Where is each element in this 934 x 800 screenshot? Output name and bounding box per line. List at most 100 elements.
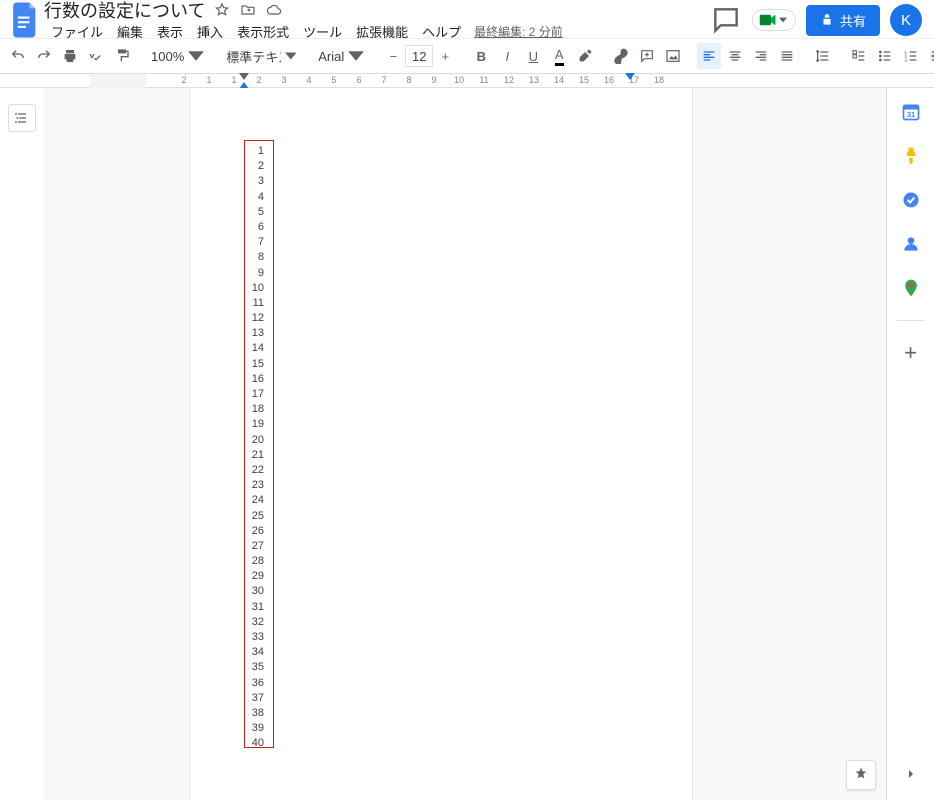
document-line[interactable]: 22 <box>246 463 264 478</box>
document-line[interactable]: 31 <box>246 600 264 615</box>
checklist-button[interactable] <box>847 43 871 69</box>
document-line[interactable]: 18 <box>246 402 264 417</box>
document-line[interactable]: 40 <box>246 736 264 751</box>
document-line[interactable]: 34 <box>246 645 264 660</box>
align-center-button[interactable] <box>723 43 747 69</box>
menu-help[interactable]: ヘルプ <box>415 20 468 43</box>
horizontal-ruler[interactable]: 21123456789101112131415161718 <box>0 74 934 88</box>
account-avatar[interactable]: K <box>890 4 922 36</box>
insert-link-button[interactable] <box>609 43 633 69</box>
document-line[interactable]: 33 <box>246 630 264 645</box>
italic-button[interactable]: I <box>495 43 519 69</box>
explore-button[interactable] <box>846 760 876 790</box>
cloud-done-icon[interactable] <box>265 1 283 19</box>
document-line[interactable]: 21 <box>246 448 264 463</box>
print-button[interactable] <box>58 43 82 69</box>
menu-format[interactable]: 表示形式 <box>230 20 296 43</box>
document-line[interactable]: 5 <box>246 205 264 220</box>
spellcheck-button[interactable] <box>84 43 108 69</box>
document-line[interactable]: 9 <box>246 266 264 281</box>
menu-addons[interactable]: 拡張機能 <box>349 20 415 43</box>
document-line[interactable]: 24 <box>246 493 264 508</box>
highlight-color-button[interactable] <box>573 43 597 69</box>
docs-logo[interactable] <box>8 2 44 38</box>
document-line[interactable]: 39 <box>246 721 264 736</box>
paragraph-style-select[interactable]: 標準テキス... <box>221 44 301 68</box>
document-line[interactable]: 17 <box>246 387 264 402</box>
keep-icon[interactable] <box>893 138 929 174</box>
align-justify-button[interactable] <box>775 43 799 69</box>
document-line[interactable]: 20 <box>246 433 264 448</box>
undo-button[interactable] <box>6 43 30 69</box>
menu-edit[interactable]: 編集 <box>110 20 150 43</box>
increase-font-size-button[interactable]: + <box>433 43 457 69</box>
first-line-indent-marker[interactable] <box>239 73 249 80</box>
document-line[interactable]: 37 <box>246 691 264 706</box>
calendar-icon[interactable]: 31 <box>893 94 929 130</box>
document-line[interactable]: 23 <box>246 478 264 493</box>
document-line[interactable]: 28 <box>246 554 264 569</box>
document-line[interactable]: 19 <box>246 417 264 432</box>
document-line[interactable]: 29 <box>246 569 264 584</box>
document-line[interactable]: 36 <box>246 676 264 691</box>
document-line[interactable]: 35 <box>246 660 264 675</box>
menu-tools[interactable]: ツール <box>296 20 349 43</box>
tasks-icon[interactable] <box>893 182 929 218</box>
text-color-button[interactable]: A <box>547 43 571 69</box>
hide-side-panel-button[interactable] <box>893 756 929 792</box>
document-canvas[interactable]: 1234567891011121314151617181920212223242… <box>44 88 886 800</box>
insert-comment-button[interactable] <box>635 43 659 69</box>
redo-button[interactable] <box>32 43 56 69</box>
line-spacing-button[interactable] <box>811 43 835 69</box>
document-line[interactable]: 15 <box>246 357 264 372</box>
document-outline-button[interactable] <box>8 104 36 132</box>
comment-history-button[interactable] <box>710 4 742 36</box>
star-icon[interactable] <box>213 1 231 19</box>
menu-insert[interactable]: 挿入 <box>190 20 230 43</box>
move-folder-icon[interactable] <box>239 1 257 19</box>
right-indent-marker[interactable] <box>625 73 635 80</box>
decrease-font-size-button[interactable]: − <box>381 43 405 69</box>
bold-button[interactable]: B <box>469 43 493 69</box>
document-line[interactable]: 3 <box>246 174 264 189</box>
insert-image-button[interactable] <box>661 43 685 69</box>
menu-view[interactable]: 表示 <box>150 20 190 43</box>
document-line[interactable]: 32 <box>246 615 264 630</box>
align-left-button[interactable] <box>697 43 721 69</box>
font-family-select[interactable]: Arial <box>313 44 369 68</box>
document-text[interactable]: 1234567891011121314151617181920212223242… <box>246 144 264 752</box>
zoom-select[interactable]: 100% <box>146 44 209 68</box>
maps-icon[interactable] <box>893 270 929 306</box>
paint-format-button[interactable] <box>110 43 134 69</box>
document-line[interactable]: 14 <box>246 341 264 356</box>
document-line[interactable]: 27 <box>246 539 264 554</box>
document-line[interactable]: 2 <box>246 159 264 174</box>
document-line[interactable]: 10 <box>246 281 264 296</box>
document-line[interactable]: 16 <box>246 372 264 387</box>
document-line[interactable]: 8 <box>246 250 264 265</box>
decrease-indent-button[interactable] <box>925 43 934 69</box>
get-addons-button[interactable]: + <box>893 335 929 371</box>
numbered-list-button[interactable]: 123 <box>899 43 923 69</box>
meet-button[interactable] <box>752 9 796 31</box>
document-line[interactable]: 13 <box>246 326 264 341</box>
page-1[interactable]: 1234567891011121314151617181920212223242… <box>190 88 692 800</box>
document-line[interactable]: 1 <box>246 144 264 159</box>
document-line[interactable]: 26 <box>246 524 264 539</box>
underline-button[interactable]: U <box>521 43 545 69</box>
menu-file[interactable]: ファイル <box>44 20 110 43</box>
document-line[interactable]: 12 <box>246 311 264 326</box>
share-button[interactable]: 共有 <box>806 5 880 36</box>
document-line[interactable]: 38 <box>246 706 264 721</box>
document-line[interactable]: 7 <box>246 235 264 250</box>
bulleted-list-button[interactable] <box>873 43 897 69</box>
align-right-button[interactable] <box>749 43 773 69</box>
font-size-input[interactable] <box>405 45 433 67</box>
document-line[interactable]: 30 <box>246 584 264 599</box>
contacts-icon[interactable] <box>893 226 929 262</box>
last-edit-link[interactable]: 最終編集: 2 分前 <box>474 23 563 40</box>
document-line[interactable]: 6 <box>246 220 264 235</box>
document-line[interactable]: 11 <box>246 296 264 311</box>
document-line[interactable]: 4 <box>246 190 264 205</box>
document-line[interactable]: 25 <box>246 509 264 524</box>
